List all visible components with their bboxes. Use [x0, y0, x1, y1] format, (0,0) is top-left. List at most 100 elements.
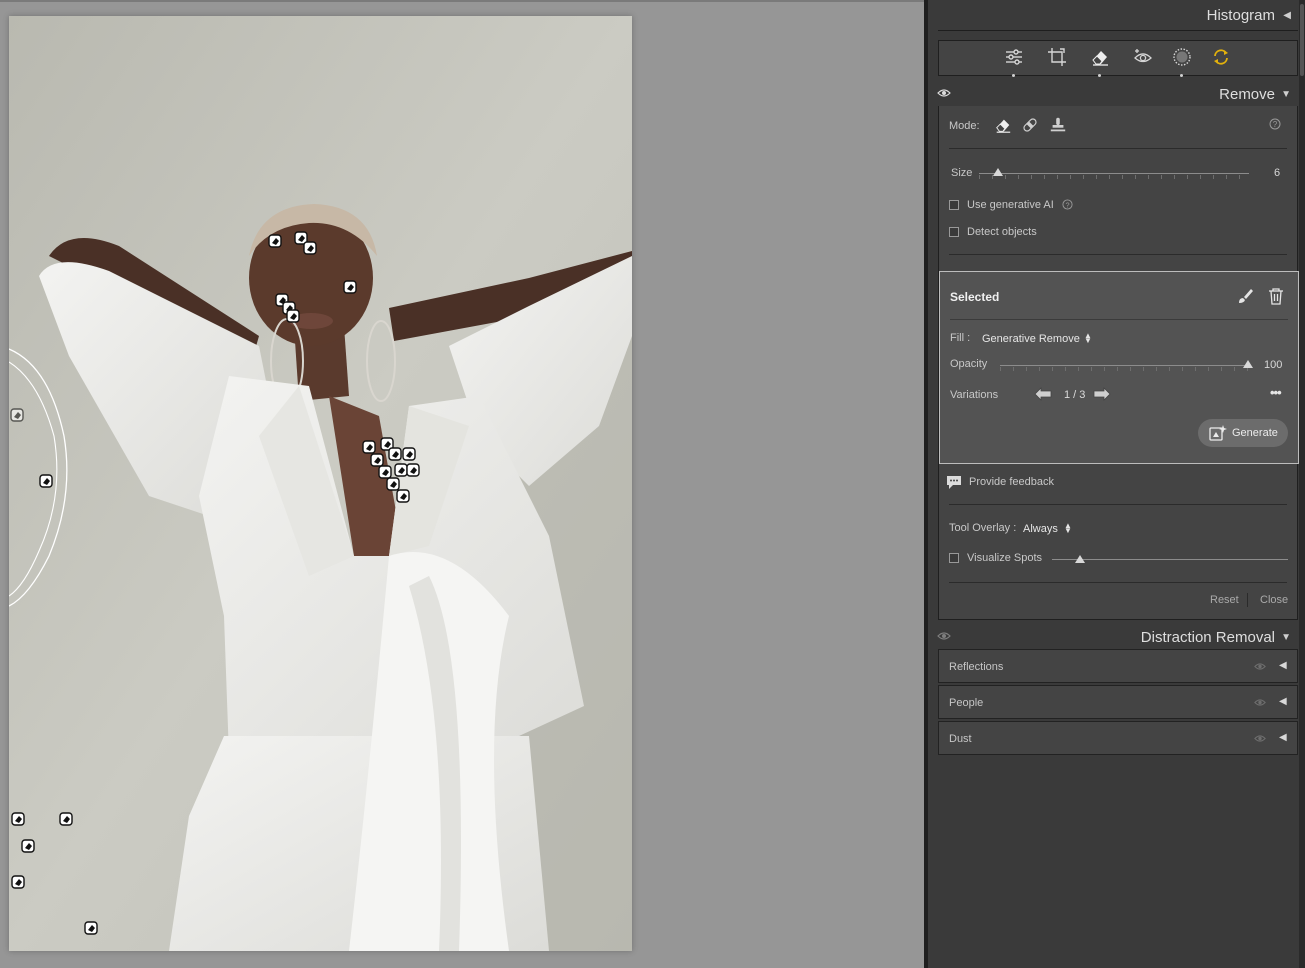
remove-eraser-icon[interactable] — [1090, 47, 1110, 77]
tool-indicator-dot — [1180, 74, 1183, 77]
remove-pin-icon[interactable] — [395, 488, 411, 504]
tool-indicator-dot — [1012, 74, 1015, 77]
tool-overlay-dropdown[interactable]: Always — [1023, 523, 1058, 535]
distraction-removal-title: Distraction Removal — [1140, 629, 1275, 646]
divider — [949, 582, 1287, 583]
canvas-top-divider — [0, 0, 924, 2]
dust-row[interactable]: Dust ◀ — [938, 721, 1298, 755]
histogram-header[interactable]: Histogram ◀ — [934, 2, 1297, 28]
visualize-spots-label: Visualize Spots — [967, 552, 1043, 564]
expand-triangle-icon[interactable]: ◀ — [1279, 732, 1287, 743]
mode-label: Mode: — [949, 120, 980, 132]
generate-button[interactable]: Generate — [1198, 419, 1288, 447]
remove-pin-icon[interactable] — [83, 920, 99, 936]
photo-illustration — [9, 16, 632, 951]
remove-pin-icon[interactable] — [10, 811, 26, 827]
expand-triangle-icon[interactable]: ◀ — [1279, 696, 1287, 707]
distraction-removal-header[interactable]: Distraction Removal ▼ — [934, 624, 1297, 650]
tool-overlay-stepper-icon[interactable]: ▲ ▼ — [1064, 522, 1072, 535]
fill-dropdown-stepper-icon[interactable]: ▲ ▼ — [1084, 332, 1092, 345]
remove-pin-icon[interactable] — [285, 308, 301, 324]
remove-header[interactable]: Remove ▼ — [934, 81, 1297, 107]
visibility-eye-icon[interactable] — [1254, 734, 1266, 746]
size-slider-knob[interactable] — [992, 168, 1003, 176]
variations-counter: 1 / 3 — [1064, 389, 1086, 401]
remove-title: Remove — [1219, 86, 1275, 103]
remove-pin-icon[interactable] — [20, 838, 36, 854]
edit-sliders-icon[interactable] — [1004, 47, 1024, 77]
app-window: Histogram ◀ Remove ▼ Mode: ? Size 6 Use … — [0, 0, 1305, 968]
divider — [949, 254, 1287, 255]
collapse-down-triangle-icon[interactable]: ▼ — [1281, 89, 1291, 100]
remove-pin-icon[interactable] — [58, 811, 74, 827]
masking-icon[interactable] — [1172, 47, 1192, 77]
people-row[interactable]: People ◀ — [938, 685, 1298, 719]
generate-label: Generate — [1232, 427, 1278, 439]
gen-ai-help-icon[interactable]: ? — [1062, 199, 1073, 213]
collapse-left-triangle-icon[interactable]: ◀ — [1283, 10, 1291, 21]
remove-pin-icon[interactable] — [302, 240, 318, 256]
image-canvas[interactable] — [0, 0, 924, 968]
collapse-down-triangle-icon[interactable]: ▼ — [1281, 632, 1291, 643]
develop-panel: Histogram ◀ Remove ▼ Mode: ? Size 6 Use … — [924, 0, 1305, 968]
feedback-speech-bubble-icon[interactable] — [945, 474, 963, 493]
more-options-icon[interactable]: ••• — [1270, 385, 1282, 400]
variations-label: Variations — [950, 389, 999, 401]
crop-icon[interactable] — [1047, 47, 1067, 67]
visibility-eye-icon[interactable] — [1254, 698, 1266, 710]
histogram-title: Histogram — [1206, 7, 1275, 24]
opacity-slider-knob[interactable] — [1243, 360, 1253, 368]
size-slider-track[interactable] — [979, 173, 1249, 174]
mode-clone-stamp-icon[interactable] — [1049, 116, 1067, 137]
opacity-value[interactable]: 100 — [1264, 359, 1282, 371]
next-variation-arrow-icon[interactable] — [1093, 387, 1111, 404]
remove-pin-icon[interactable] — [10, 874, 26, 890]
visibility-eye-icon[interactable] — [1254, 662, 1266, 674]
tool-strip — [938, 40, 1298, 77]
remove-pin-icon[interactable] — [405, 462, 421, 478]
help-icon[interactable]: ? — [1269, 118, 1281, 133]
detect-objects-checkbox[interactable] — [949, 227, 959, 237]
dust-label: Dust — [949, 733, 972, 745]
svg-text:?: ? — [1065, 200, 1069, 209]
visualize-spots-checkbox[interactable] — [949, 553, 959, 563]
mode-remove-eraser-icon[interactable] — [994, 116, 1012, 137]
opacity-slider-track[interactable] — [1000, 365, 1248, 366]
selected-title: Selected — [950, 290, 1000, 304]
visualize-spots-slider-track[interactable] — [1052, 559, 1288, 560]
fill-dropdown[interactable]: Generative Remove — [982, 333, 1080, 345]
remove-pin-icon[interactable] — [38, 473, 54, 489]
provide-feedback-link[interactable]: Provide feedback — [969, 476, 1054, 488]
tool-overlay-label: Tool Overlay : — [949, 522, 1017, 534]
mode-heal-bandage-icon[interactable] — [1021, 116, 1039, 137]
size-value[interactable]: 6 — [1274, 167, 1280, 179]
panel-scrollbar[interactable] — [1299, 0, 1305, 968]
reset-button[interactable]: Reset — [1210, 594, 1239, 606]
trash-icon[interactable] — [1268, 287, 1284, 308]
visualize-spots-slider-knob[interactable] — [1075, 555, 1086, 563]
selected-panel: Selected Fill : Generative Remove ▲ ▼ Opa… — [939, 271, 1299, 464]
previous-variation-arrow-icon[interactable] — [1034, 387, 1052, 404]
fill-label: Fill : — [950, 332, 971, 344]
photo[interactable] — [9, 16, 632, 951]
reflections-label: Reflections — [949, 661, 1004, 673]
generate-icon — [1209, 425, 1227, 441]
remove-pin-icon[interactable] — [342, 279, 358, 295]
close-button[interactable]: Close — [1260, 594, 1288, 606]
presets-sync-icon[interactable] — [1211, 47, 1231, 67]
red-eye-icon[interactable] — [1133, 47, 1153, 67]
divider — [949, 504, 1287, 505]
expand-triangle-icon[interactable]: ◀ — [1279, 660, 1287, 671]
brush-icon[interactable] — [1236, 287, 1254, 308]
remove-pin-icon[interactable] — [267, 233, 283, 249]
use-generative-ai-checkbox[interactable] — [949, 200, 959, 210]
remove-pin-icon[interactable] — [401, 446, 417, 462]
detect-objects-label: Detect objects — [967, 226, 1037, 238]
visibility-eye-icon[interactable] — [937, 631, 951, 644]
use-generative-ai-label: Use generative AI — [967, 199, 1054, 211]
visibility-eye-icon[interactable] — [937, 88, 951, 101]
remove-pin-icon[interactable] — [9, 407, 25, 423]
scrollbar-thumb[interactable] — [1300, 4, 1304, 76]
size-slider-ticks — [979, 175, 1249, 179]
reflections-row[interactable]: Reflections ◀ — [938, 649, 1298, 683]
